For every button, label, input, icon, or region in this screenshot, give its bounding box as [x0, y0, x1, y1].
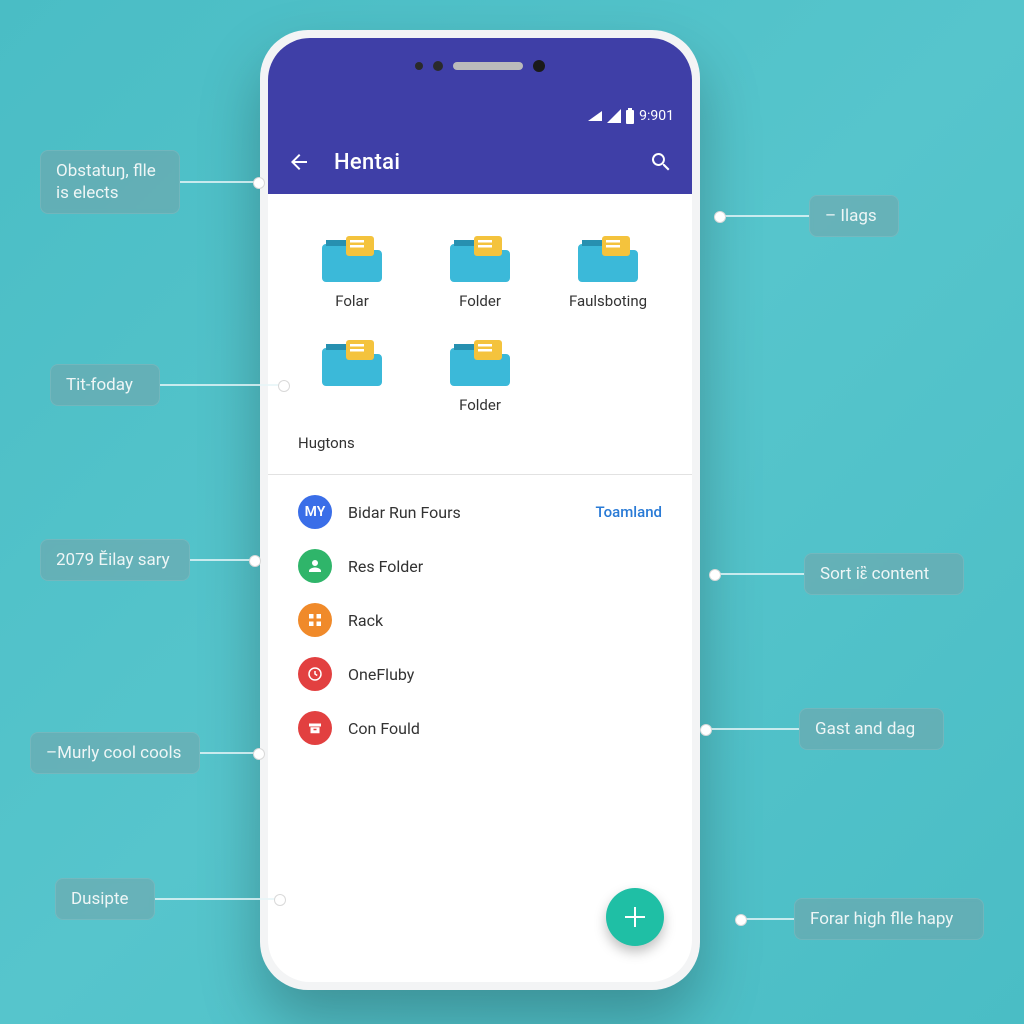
- list-item[interactable]: MY Bidar Run Fours Toamland: [288, 485, 672, 539]
- screen: 9:901 Hentai: [268, 38, 692, 982]
- status-icons: 9:901: [587, 108, 674, 124]
- archive-icon: [298, 711, 332, 745]
- list-item-label: Rack: [348, 611, 662, 630]
- folder-item[interactable]: [288, 328, 416, 428]
- list-item-label: OneFluby: [348, 665, 662, 684]
- folder-icon: [450, 336, 510, 386]
- folder-grid: Folar Folder Faulsboting: [288, 224, 672, 428]
- clock-icon: [298, 657, 332, 691]
- list-item[interactable]: OneFluby: [288, 647, 672, 701]
- back-arrow-icon: [287, 150, 311, 174]
- folder-icon: [322, 336, 382, 386]
- phone-device: 9:901 Hentai: [260, 30, 700, 990]
- statusbar: 9:901: [268, 38, 692, 130]
- list-item-avatar: MY: [298, 495, 332, 529]
- cell-signal-icon: [607, 109, 621, 123]
- search-button[interactable]: [644, 145, 678, 179]
- list-item[interactable]: Rack: [288, 593, 672, 647]
- callout-label: Tit-foday: [50, 364, 285, 406]
- folder-icon: [578, 232, 638, 282]
- back-button[interactable]: [282, 145, 316, 179]
- callout-label: – Ilags: [719, 195, 899, 237]
- folder-icon: [322, 232, 382, 282]
- battery-icon: [625, 108, 635, 124]
- person-icon: [298, 549, 332, 583]
- file-list: MY Bidar Run Fours Toamland Res Folder R…: [288, 475, 672, 755]
- folder-icon: [450, 232, 510, 282]
- phone-speaker: [415, 60, 545, 72]
- grid-icon: [298, 603, 332, 637]
- folder-label: Faulsboting: [544, 292, 672, 310]
- content-area: Folar Folder Faulsboting: [268, 194, 692, 982]
- folder-item[interactable]: Folder: [416, 328, 544, 428]
- callout-label: Sort iἒ content: [714, 553, 964, 595]
- wifi-signal-icon: [587, 109, 603, 123]
- callout-label: 2079 Ĕilay sary: [40, 539, 256, 581]
- section-label: Hugtons: [288, 428, 672, 460]
- folder-item[interactable]: Folar: [288, 224, 416, 324]
- list-item-action[interactable]: Toamland: [596, 503, 663, 521]
- appbar-title: Hentai: [334, 150, 644, 175]
- list-item[interactable]: Con Fould: [288, 701, 672, 755]
- list-item[interactable]: Res Folder: [288, 539, 672, 593]
- callout-label: Gast and dag: [705, 708, 944, 750]
- fab-add-button[interactable]: [606, 888, 664, 946]
- appbar: Hentai: [268, 130, 692, 194]
- folder-label: Folder: [416, 396, 544, 414]
- callout-label: Dusipte: [55, 878, 281, 920]
- folder-label: Folder: [416, 292, 544, 310]
- list-item-label: Bidar Run Fours: [348, 503, 580, 522]
- list-item-label: Res Folder: [348, 557, 662, 576]
- callout-label: Obstatuŋ, flle is elects: [40, 150, 260, 214]
- folder-item[interactable]: Folder: [416, 224, 544, 324]
- folder-item[interactable]: Faulsboting: [544, 224, 672, 324]
- search-icon: [649, 150, 673, 174]
- folder-label: Folar: [288, 292, 416, 310]
- callout-label: –Murly cool cools: [30, 732, 260, 774]
- callout-label: Forar high flle hapy: [740, 898, 984, 940]
- status-time: 9:901: [639, 108, 674, 124]
- list-item-label: Con Fould: [348, 719, 662, 738]
